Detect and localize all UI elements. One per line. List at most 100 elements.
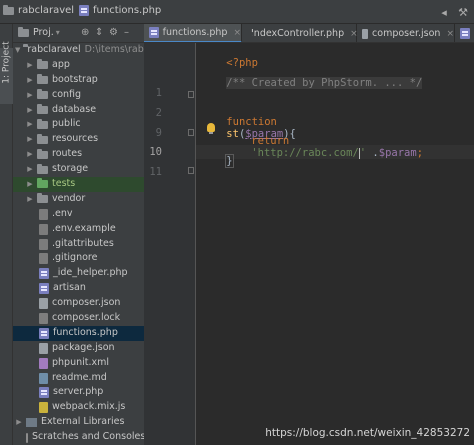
php-file-icon <box>39 327 49 339</box>
line-number: 11 <box>149 166 162 178</box>
line-number: 9 <box>155 127 162 139</box>
chevron-right-icon[interactable]: ▶ <box>26 132 34 147</box>
chevron-down-icon[interactable]: ▼ <box>15 43 20 58</box>
line-number: 10 <box>149 146 162 158</box>
fold-marker-icon[interactable] <box>188 129 194 136</box>
library-icon <box>26 418 37 428</box>
tool-window-strip: 1: Project <box>0 24 13 445</box>
php-file-icon <box>149 27 159 38</box>
breadcrumb-project[interactable]: rabclaravel › <box>3 4 82 16</box>
php-file-icon <box>39 268 49 280</box>
tree-item-phpunit-xml[interactable]: phpunit.xml <box>13 356 144 371</box>
build-hammer-icon[interactable]: ⚒ <box>455 4 471 20</box>
tree-item-routes[interactable]: ▶ routes <box>13 147 144 162</box>
tree-root[interactable]: ▼ rabclaravel D:\items\rabc <box>13 43 144 58</box>
chevron-right-icon[interactable]: ▶ <box>26 147 34 162</box>
tree-item-artisan[interactable]: artisan <box>13 281 144 296</box>
tree-item-composer-lock[interactable]: composer.lock <box>13 311 144 326</box>
chevron-right-icon[interactable]: ▶ <box>26 73 34 88</box>
folder-icon <box>37 104 48 114</box>
tab-indexcontroller-php[interactable]: IndexController.php × <box>242 24 358 42</box>
project-tool-button[interactable]: 1: Project <box>1 33 14 93</box>
project-view-selector[interactable]: Proj. ▾ <box>18 26 60 38</box>
tree-item-server-php[interactable]: server.php <box>13 385 144 400</box>
watermark-text: https://blog.csdn.net/weixin_42853272 <box>265 427 470 439</box>
tree-item-ide-helper-php[interactable]: _ide_helper.php <box>13 266 144 281</box>
tree-item-tests[interactable]: ▶ tests <box>13 177 144 192</box>
tree-item-env[interactable]: .env <box>13 207 144 222</box>
tree-item-database[interactable]: ▶ database <box>13 103 144 118</box>
tree-item-resources[interactable]: ▶ resources <box>13 132 144 147</box>
tree-item-functions-php[interactable]: functions.php <box>13 325 144 341</box>
project-panel: Proj. ▾ ⊕ ⇕ ⚙ – ▼ rabclaravel D:\items\r… <box>13 24 144 445</box>
tree-item-public[interactable]: ▶ public <box>13 117 144 132</box>
tree-item-composer-json[interactable]: composer.json <box>13 296 144 311</box>
tree-item-storage[interactable]: ▶ storage <box>13 162 144 177</box>
dot-file-icon <box>39 208 48 220</box>
line-number: 2 <box>155 107 162 119</box>
folder-icon <box>37 74 48 85</box>
tree-item-webpack-mix-js[interactable]: webpack.mix.js <box>13 400 144 415</box>
close-icon[interactable]: × <box>446 29 454 39</box>
navigate-back-icon[interactable]: ◂ <box>436 4 452 20</box>
hide-icon[interactable]: – <box>124 27 129 38</box>
chevron-right-icon[interactable]: ▶ <box>26 192 34 207</box>
scratch-icon <box>26 432 28 443</box>
dot-file-icon <box>39 223 48 235</box>
chevron-right-icon[interactable]: ▶ <box>15 415 23 430</box>
tree-item-app[interactable]: ▶ app <box>13 58 144 73</box>
md-file-icon <box>39 372 48 384</box>
fold-marker-icon[interactable] <box>188 91 194 98</box>
folder-icon <box>37 193 48 204</box>
tree-item-env-example[interactable]: .env.example <box>13 222 144 237</box>
tab-composer-json[interactable]: composer.json × <box>357 24 455 42</box>
tree-item-vendor[interactable]: ▶ vendor <box>13 192 144 207</box>
locate-icon[interactable]: ⊕ <box>81 27 89 38</box>
chevron-right-icon[interactable]: ▶ <box>26 117 34 132</box>
tree-item-gitattributes[interactable]: .gitattributes <box>13 237 144 252</box>
dot-file-icon <box>39 238 48 250</box>
breadcrumb-file[interactable]: functions.php <box>79 5 161 16</box>
php-file-icon <box>39 283 49 295</box>
php-file-icon <box>460 28 470 39</box>
code-line-10[interactable]: return 'http://rabc.com/' .$param; <box>226 123 423 171</box>
line-number: 1 <box>155 87 162 99</box>
xml-file-icon <box>39 357 48 369</box>
tree-item-package-json[interactable]: package.json <box>13 341 144 356</box>
tree-item-external-libraries[interactable]: ▶ External Libraries <box>13 415 144 430</box>
tree-item-config[interactable]: ▶ config <box>13 88 144 103</box>
json-file-icon <box>39 342 48 354</box>
js-file-icon <box>39 402 48 414</box>
folder-icon <box>37 148 48 159</box>
collapse-icon[interactable]: ⇕ <box>95 27 103 38</box>
folder-icon <box>37 163 48 174</box>
folder-icon <box>37 89 48 100</box>
close-icon[interactable]: × <box>233 28 241 38</box>
tab-functions-php[interactable]: functions.php × <box>144 24 242 42</box>
json-file-icon <box>39 298 48 310</box>
folder-icon <box>37 118 48 129</box>
folder-icon <box>3 4 14 15</box>
tree-item-bootstrap[interactable]: ▶ bootstrap <box>13 73 144 88</box>
chevron-right-icon[interactable]: ▶ <box>26 162 34 177</box>
tree-item-gitignore[interactable]: .gitignore <box>13 251 144 266</box>
gear-icon[interactable]: ⚙ <box>109 27 118 38</box>
tree-item-readme-md[interactable]: readme.md <box>13 371 144 386</box>
chevron-right-icon[interactable]: ▶ <box>26 88 34 103</box>
folder-icon <box>37 59 48 70</box>
tree-item-scratches[interactable]: Scratches and Consoles <box>13 430 144 445</box>
tab-overflow[interactable]: co <box>455 24 474 42</box>
php-file-icon <box>79 5 89 16</box>
editor-gutter: 1 2 9 10 11 <box>144 43 196 445</box>
editor-area: functions.php × IndexController.php × co… <box>144 24 474 445</box>
json-file-icon <box>362 28 369 39</box>
code-line-11[interactable]: } <box>201 143 234 179</box>
chevron-right-icon[interactable]: ▶ <box>26 103 34 118</box>
code-line-2[interactable]: /** Created by PhpStorm. ... */ <box>201 65 423 101</box>
folder-icon <box>18 26 29 37</box>
dot-file-icon <box>39 253 48 265</box>
chevron-right-icon[interactable]: ▶ <box>26 177 34 192</box>
fold-marker-icon[interactable] <box>188 167 194 174</box>
chevron-right-icon[interactable]: ▶ <box>26 58 34 73</box>
chevron-down-icon: ▾ <box>55 28 60 37</box>
